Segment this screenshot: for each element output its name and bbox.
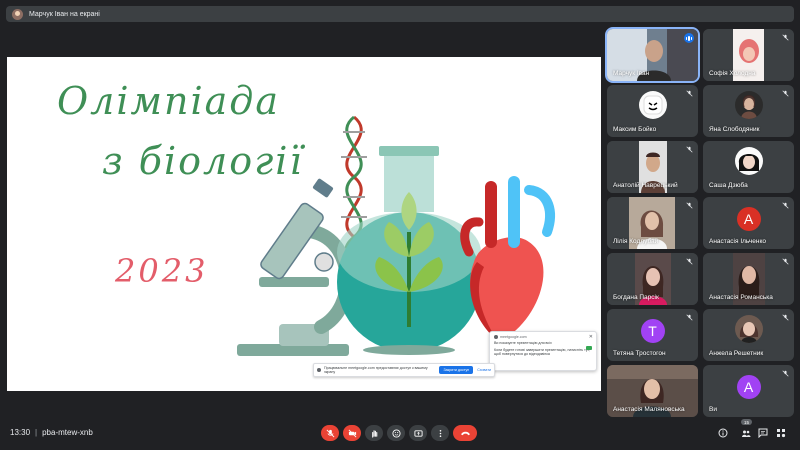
info-icon	[718, 428, 728, 438]
participant-photo	[734, 91, 763, 119]
participant-initial-avatar: А	[736, 207, 761, 231]
participant-name: Ви	[709, 406, 717, 413]
mic-off-icon	[686, 146, 693, 153]
more-options-button[interactable]	[431, 425, 449, 441]
participant-tile[interactable]: А Анастасія Ільченко	[703, 197, 794, 249]
separator: |	[35, 428, 38, 437]
people-icon	[742, 430, 751, 437]
participant-tile[interactable]: Анжела Решетник	[703, 309, 794, 361]
flask-icon	[337, 146, 481, 355]
mic-off-icon	[326, 429, 334, 437]
hand-icon	[371, 429, 377, 438]
participant-name: Анастасія Маляновська	[613, 406, 685, 413]
shared-screen: Олімпіада з біології 2023 meetgoogle.com…	[7, 57, 601, 391]
mic-off-icon	[782, 34, 789, 41]
participant-tile[interactable]: Анатолій Наврецький	[607, 141, 698, 193]
mic-toggle-button[interactable]	[321, 425, 339, 441]
chat-icon	[758, 428, 768, 438]
participant-tile[interactable]: Максим Бойко	[607, 85, 698, 137]
mic-off-icon	[782, 314, 789, 321]
participant-name: Марчук Іван	[613, 70, 650, 77]
participant-name: Лілія Кодлубай	[613, 238, 659, 245]
activities-button[interactable]	[775, 427, 787, 439]
camera-toggle-button[interactable]	[343, 425, 361, 441]
share-bar-text: Працювальне meetgoogle.com предоставляє …	[324, 366, 428, 374]
participant-count-badge: 15	[741, 419, 752, 425]
mic-off-icon	[782, 202, 789, 209]
biology-illustration	[237, 115, 555, 356]
participant-tile[interactable]: Анастасія Маляновська	[607, 365, 698, 417]
meeting-info: 13:30 | pba-mtew-xnb	[10, 428, 93, 437]
participant-tile-self[interactable]: А Ви	[703, 365, 794, 417]
hang-up-icon	[460, 431, 470, 435]
mic-off-icon	[782, 370, 789, 377]
screen-share-bar: Працювальне meetgoogle.com предоставляє …	[313, 363, 495, 377]
present-icon	[413, 429, 423, 437]
participant-tile[interactable]: Лілія Кодлубай	[607, 197, 698, 249]
chat-button[interactable]	[757, 427, 769, 439]
participant-name: Саша Дзюба	[709, 182, 748, 189]
participant-name: Яна Слободяник	[709, 126, 760, 133]
leave-call-button[interactable]	[453, 425, 477, 441]
participant-tile[interactable]: Анастасія Романська	[703, 253, 794, 305]
participant-name: Анастасія Романська	[709, 294, 773, 301]
notice-source: meetgoogle.com	[500, 335, 527, 339]
return-to-call-icon[interactable]	[586, 346, 592, 350]
speaking-indicator-icon	[684, 33, 694, 43]
mic-off-icon	[686, 202, 693, 209]
presenter-banner-text: Марчук Іван на екрані	[29, 10, 100, 18]
meeting-code[interactable]: pba-mtew-xnb	[42, 428, 93, 437]
raise-hand-button[interactable]	[365, 425, 383, 441]
present-screen-button[interactable]	[409, 425, 427, 441]
mic-off-icon	[686, 258, 693, 265]
mic-off-icon	[782, 90, 789, 97]
emoji-icon	[391, 428, 401, 438]
meet-icon	[494, 335, 498, 339]
clock: 13:30	[10, 428, 31, 437]
heart-icon	[460, 176, 555, 342]
participant-tile[interactable]: Софія Холодна	[703, 29, 794, 81]
presenter-banner: Марчук Іван на екрані	[6, 6, 794, 22]
participant-tile[interactable]: Марчук Іван	[605, 27, 700, 83]
participant-name: Максим Бойко	[613, 126, 657, 133]
participant-tile[interactable]: Яна Слободяник	[703, 85, 794, 137]
close-icon[interactable]: ✕	[589, 334, 593, 340]
mic-off-icon	[686, 90, 693, 97]
participant-photo	[734, 315, 763, 343]
camera-off-icon	[348, 429, 356, 437]
slide-year: 2023	[115, 252, 209, 290]
notice-title: Ви показуєте презентацію для всіх	[494, 341, 552, 345]
call-controls-bar: 13:30 | pba-mtew-xnb	[0, 420, 800, 450]
participant-photo	[734, 147, 763, 175]
microscope-icon	[237, 178, 354, 356]
notice-header: meetgoogle.com	[494, 335, 592, 339]
mic-off-icon	[686, 314, 693, 321]
participant-tile[interactable]: Т Тетяна Тростогон	[607, 309, 698, 361]
notice-body: Коли будете готові завершити презентацію…	[494, 347, 590, 357]
participant-name: Тетяна Тростогон	[613, 350, 666, 357]
marshmello-avatar	[638, 91, 667, 119]
stop-sharing-button[interactable]: Закрити доступ	[439, 366, 474, 374]
activities-icon	[777, 429, 786, 438]
hide-share-bar-button[interactable]: Сховати	[477, 368, 491, 372]
presentation-notice: meetgoogle.com Ви показуєте презентацію …	[489, 331, 597, 371]
participant-tile[interactable]: Саша Дзюба	[703, 141, 794, 193]
participant-tile[interactable]: Богдана Парсік	[607, 253, 698, 305]
participant-name: Анжела Решетник	[709, 350, 764, 357]
show-everyone-button[interactable]	[740, 427, 752, 439]
participant-initial-avatar: Т	[640, 319, 665, 343]
participant-name: Анастасія Ільченко	[709, 238, 767, 245]
presenter-avatar	[12, 8, 23, 20]
participant-name: Анатолій Наврецький	[613, 182, 678, 189]
reactions-button[interactable]	[387, 425, 405, 441]
participant-initial-avatar: А	[736, 375, 761, 399]
participant-name: Софія Холодна	[709, 70, 756, 77]
share-info-icon	[317, 368, 321, 372]
meeting-details-button[interactable]	[717, 427, 729, 439]
more-vert-icon	[439, 429, 441, 437]
participant-name: Богдана Парсік	[613, 294, 659, 301]
mic-off-icon	[782, 258, 789, 265]
